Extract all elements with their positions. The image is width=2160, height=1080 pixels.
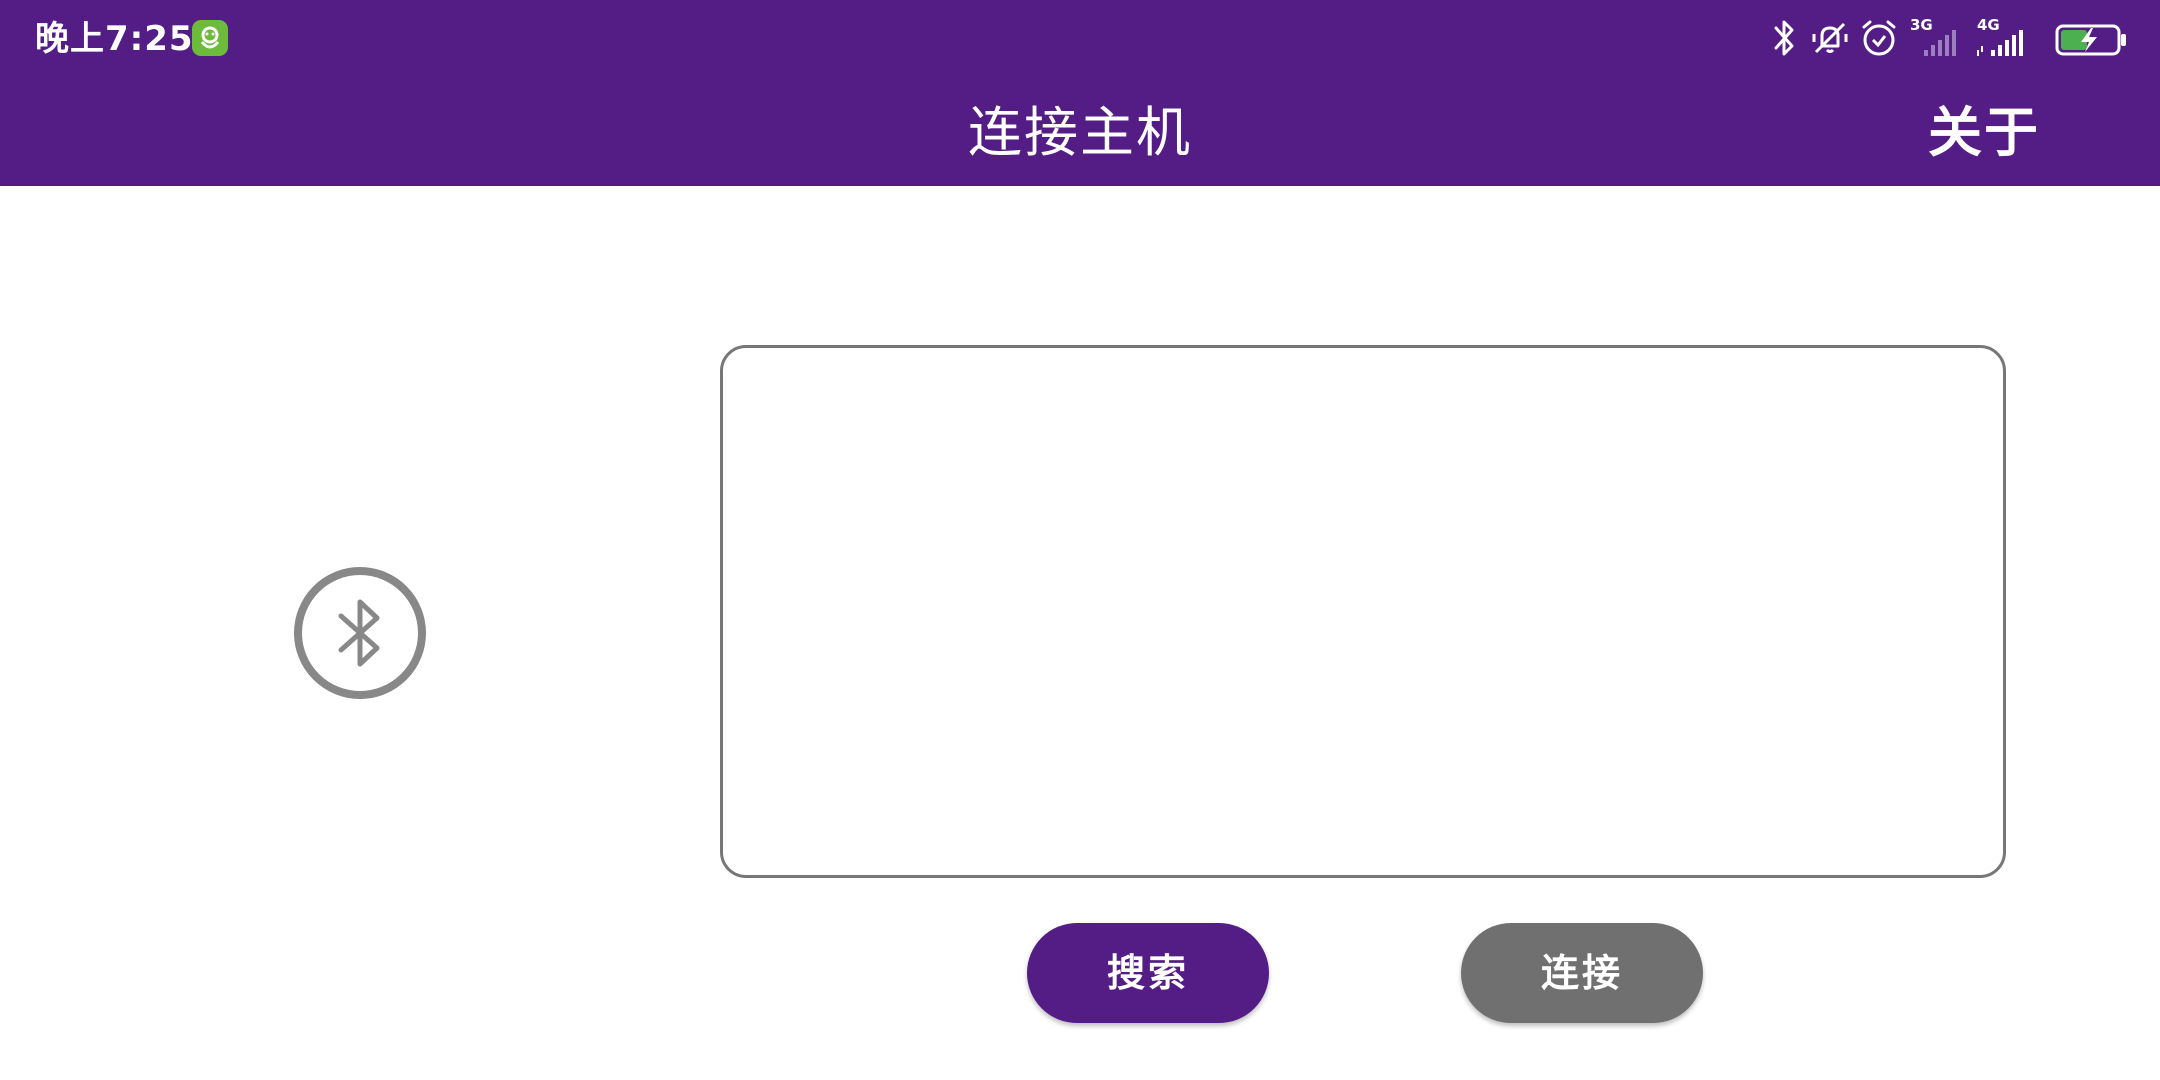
page-title: 连接主机 xyxy=(968,101,1192,164)
search-button[interactable]: 搜索 xyxy=(1027,923,1269,1023)
app-notification-icon xyxy=(192,20,228,56)
vibrate-off-icon xyxy=(1810,18,1850,62)
bluetooth-circle-icon[interactable] xyxy=(293,566,427,700)
connect-button[interactable]: 连接 xyxy=(1461,923,1703,1023)
battery-charging-icon xyxy=(2055,24,2127,60)
alarm-icon xyxy=(1860,18,1898,62)
status-icons: 3G 4G xyxy=(1770,16,2130,62)
about-button[interactable]: 关于 xyxy=(1928,98,2040,168)
device-list[interactable] xyxy=(720,345,2006,878)
screen: 晚上7:25 3G 4G 连接主机 关于 搜索 连接 xyxy=(0,0,2160,1080)
status-time: 晚上7:25 xyxy=(35,19,194,59)
signal-3g-icon: 3G xyxy=(1910,16,1960,62)
signal-4g-icon: 4G xyxy=(1975,16,2031,62)
bluetooth-icon xyxy=(1770,18,1798,62)
app-bar: 连接主机 关于 xyxy=(0,78,2160,186)
status-bar: 晚上7:25 3G 4G xyxy=(0,0,2160,78)
